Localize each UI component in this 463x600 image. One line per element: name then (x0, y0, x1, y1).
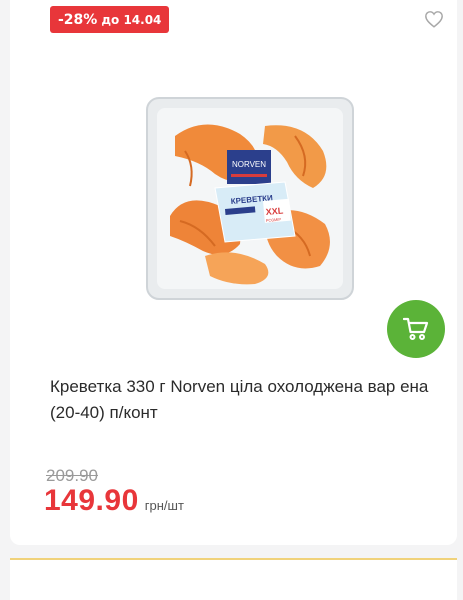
current-price: 149.90 (44, 484, 139, 517)
discount-badge: -28% до 14.04 (50, 6, 170, 33)
favorite-button[interactable] (421, 6, 447, 32)
price-unit: грн/шт (144, 498, 184, 513)
product-image[interactable]: NORVEN КРЕВЕТКИ XXL РОЗМІР (145, 96, 355, 301)
discount-percent: -28% (58, 11, 98, 28)
add-to-cart-button[interactable] (387, 300, 445, 358)
package-brand-text: NORVEN (232, 160, 266, 169)
shopping-cart-icon (403, 317, 429, 340)
heart-outline-icon (425, 11, 443, 28)
next-product-card[interactable] (10, 558, 457, 600)
package-size-badge: XXL (265, 205, 284, 217)
product-image-graphic: NORVEN КРЕВЕТКИ XXL РОЗМІР (146, 97, 354, 300)
discount-until: до 14.04 (101, 12, 162, 27)
old-price: 209.90 (46, 466, 98, 485)
product-card[interactable]: -28% до 14.04 NORVEN КРЕВЕТКИ XXL РОЗМІР… (10, 0, 457, 545)
product-title[interactable]: Креветка 330 г Norven ціла охолоджена ва… (50, 374, 445, 426)
price-row: 149.90 грн/шт (44, 484, 184, 518)
